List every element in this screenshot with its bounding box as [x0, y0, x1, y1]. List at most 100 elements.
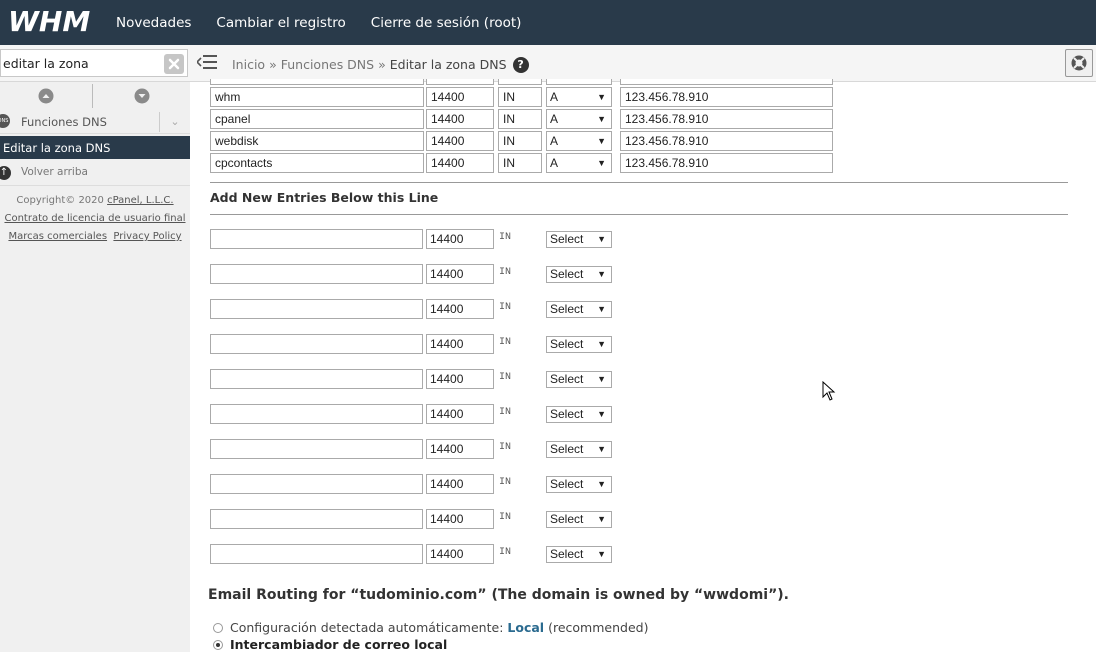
record-address-input[interactable]: [620, 131, 833, 151]
search-input[interactable]: [3, 52, 158, 74]
new-entry-ttl-input[interactable]: [426, 509, 494, 529]
new-entry-name-input[interactable]: [210, 264, 423, 284]
sidebar-item-editar-zona-dns[interactable]: Editar la zona DNS: [0, 136, 190, 159]
record-class-input[interactable]: [498, 109, 542, 129]
dropdown-arrow-icon: ▼: [597, 374, 606, 384]
dropdown-arrow-icon: ▼: [597, 479, 606, 489]
nav-cierre-sesion[interactable]: Cierre de sesión (root): [371, 15, 522, 31]
breadcrumb-current: Editar la zona DNS: [389, 56, 507, 72]
dropdown-arrow-icon: ▼: [597, 234, 606, 244]
record-name-input[interactable]: [210, 87, 424, 107]
new-entry-type-select[interactable]: Select ▼: [546, 441, 612, 458]
new-entry-name-input[interactable]: [210, 544, 423, 564]
dropdown-arrow-icon: ▼: [597, 549, 606, 559]
license-link[interactable]: Contrato de licencia de usuario final: [4, 213, 185, 224]
new-entry-name-input[interactable]: [210, 229, 423, 249]
record-name-input[interactable]: [210, 153, 424, 173]
new-entry-ttl-input[interactable]: [426, 334, 494, 354]
new-entry-name-input[interactable]: [210, 474, 423, 494]
record-ttl-input[interactable]: [426, 87, 494, 107]
new-entry-ttl-input[interactable]: [426, 474, 494, 494]
sidebar-category-funciones-dns[interactable]: DNS Funciones DNS ⌄: [0, 110, 190, 134]
cpanel-link[interactable]: cPanel, L.L.C.: [107, 195, 174, 206]
new-entry-ttl-input[interactable]: [426, 369, 494, 389]
dropdown-arrow-icon: ▼: [597, 269, 606, 279]
new-entry-type-select[interactable]: Select ▼: [546, 231, 612, 248]
nav-novedades[interactable]: Novedades: [116, 15, 191, 31]
record-name-input[interactable]: [210, 131, 424, 151]
new-entry-name-input[interactable]: [210, 369, 423, 389]
nav-cambiar-registro[interactable]: Cambiar el registro: [216, 15, 345, 31]
new-entry-class-label: IN: [499, 512, 512, 523]
new-entry-type-select[interactable]: Select ▼: [546, 371, 612, 388]
new-entry-name-input[interactable]: [210, 404, 423, 424]
new-entry-type-select[interactable]: Select ▼: [546, 476, 612, 493]
search-box: [0, 49, 188, 77]
new-entry-name-input[interactable]: [210, 334, 423, 354]
new-entry-type-select[interactable]: Select ▼: [546, 336, 612, 353]
sub-bar: Inicio » Funciones DNS » Editar la zona …: [0, 45, 1096, 82]
privacy-policy-link[interactable]: Privacy Policy: [113, 231, 181, 242]
record-type-select[interactable]: A ▼: [546, 153, 612, 173]
menu-collapse-icon[interactable]: [197, 54, 217, 70]
new-entry-name-input[interactable]: [210, 299, 423, 319]
breadcrumb-inicio[interactable]: Inicio: [232, 57, 265, 72]
new-entry-class-label: IN: [499, 337, 512, 348]
record-ttl-input[interactable]: [426, 153, 494, 173]
new-entry-type-select[interactable]: Select ▼: [546, 546, 612, 563]
scroll-up-button[interactable]: [0, 84, 92, 108]
help-icon[interactable]: ?: [512, 57, 529, 73]
scroll-down-button[interactable]: [92, 84, 190, 108]
new-entry-class-label: IN: [499, 302, 512, 313]
radio-local-label: Intercambiador de correo local: [230, 637, 448, 652]
new-entry-ttl-input[interactable]: [426, 544, 494, 564]
dropdown-arrow-icon: ▼: [597, 114, 606, 124]
clear-search-button[interactable]: [164, 54, 184, 74]
record-type-select[interactable]: A ▼: [546, 87, 612, 107]
sidebar-back-to-top[interactable]: ↑ Volver arriba: [0, 160, 190, 186]
record-address-input[interactable]: [620, 153, 833, 173]
new-entry-type-select[interactable]: Select ▼: [546, 266, 612, 283]
record-class-input[interactable]: [498, 153, 542, 173]
trademarks-link[interactable]: Marcas comerciales: [8, 231, 107, 242]
new-entry-type-select[interactable]: Select ▼: [546, 511, 612, 528]
record-ttl-input[interactable]: [426, 109, 494, 129]
new-entry-ttl-input[interactable]: [426, 439, 494, 459]
whm-logo[interactable]: WHM: [8, 6, 100, 36]
copyright-text: Copyright© 2020: [16, 195, 108, 206]
new-entry-class-label: IN: [499, 477, 512, 488]
radio-auto-label: Configuración detectada automáticamente:: [230, 620, 504, 635]
chevron-down-icon[interactable]: ⌄: [159, 112, 190, 132]
record-class-input[interactable]: [498, 87, 542, 107]
new-entry-ttl-input[interactable]: [426, 404, 494, 424]
radio-button[interactable]: [213, 622, 223, 633]
select-value: A: [550, 134, 559, 148]
support-button[interactable]: [1065, 49, 1093, 77]
record-ttl-input[interactable]: [426, 131, 494, 151]
radio-local-exchanger[interactable]: Intercambiador de correo local: [213, 637, 447, 652]
sidebar: DNS Funciones DNS ⌄ Editar la zona DNS ↑…: [0, 82, 190, 652]
radio-auto-config[interactable]: Configuración detectada automáticamente:…: [213, 620, 648, 635]
new-entries-title: Add New Entries Below this Line: [210, 190, 439, 205]
select-value: Select: [550, 407, 584, 421]
sidebar-scroll-controls: [0, 84, 190, 108]
record-type-select[interactable]: A ▼: [546, 131, 612, 151]
record-class-input[interactable]: [498, 131, 542, 151]
radio-button-selected[interactable]: [213, 639, 223, 650]
new-entry-class-label: IN: [499, 442, 512, 453]
record-name-input[interactable]: [210, 109, 424, 129]
back-to-top-label: Volver arriba: [21, 166, 88, 178]
new-entry-ttl-input[interactable]: [426, 264, 494, 284]
record-address-input[interactable]: [620, 87, 833, 107]
breadcrumb-funciones-dns[interactable]: Funciones DNS: [281, 57, 374, 72]
select-value: Select: [550, 232, 584, 246]
new-entry-ttl-input[interactable]: [426, 229, 494, 249]
record-address-input[interactable]: [620, 109, 833, 129]
new-entry-name-input[interactable]: [210, 439, 423, 459]
new-entry-type-select[interactable]: Select ▼: [546, 406, 612, 423]
arrow-up-icon: ↑: [0, 166, 11, 180]
new-entry-ttl-input[interactable]: [426, 299, 494, 319]
record-type-select[interactable]: A ▼: [546, 109, 612, 129]
new-entry-type-select[interactable]: Select ▼: [546, 301, 612, 318]
new-entry-name-input[interactable]: [210, 509, 423, 529]
